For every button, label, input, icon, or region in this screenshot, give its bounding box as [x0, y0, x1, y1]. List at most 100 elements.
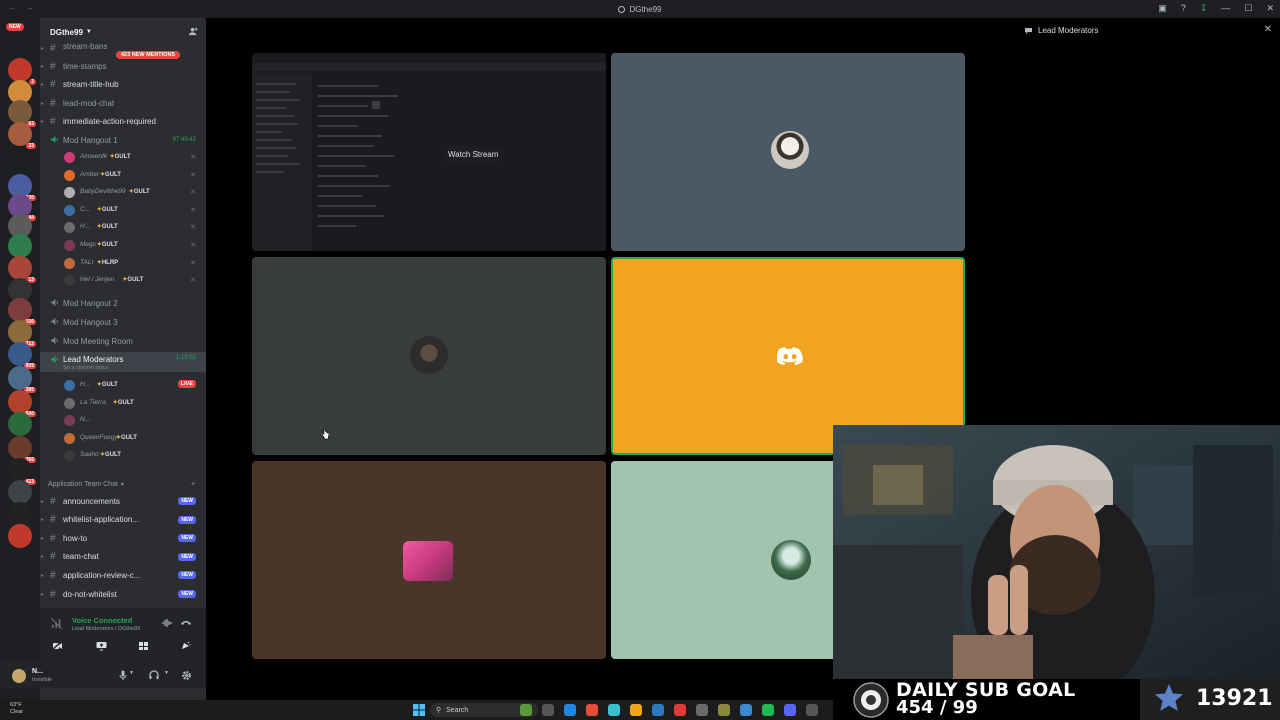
- taskbar-app-icon[interactable]: [520, 704, 532, 716]
- voice-channel-mod-hangout-1[interactable]: Mod Hangout 1 97:49:42: [40, 132, 206, 148]
- taskbar-app-icon[interactable]: [762, 704, 774, 716]
- minimize-icon[interactable]: —: [1221, 3, 1230, 14]
- chevron-down-icon[interactable]: ▼: [164, 670, 169, 676]
- soundboard-button[interactable]: [168, 638, 204, 654]
- voice-member[interactable]: BabyDevilthe99GULT ✕: [40, 184, 206, 201]
- forward-arrow-icon[interactable]: →: [26, 3, 34, 12]
- caret-icon: ▸: [41, 535, 45, 542]
- server-icon[interactable]: 13: [8, 256, 36, 283]
- server-icon[interactable]: [8, 502, 32, 526]
- taskbar-app-icon[interactable]: [586, 704, 598, 716]
- channel-item[interactable]: ▸ # team-chat NEW: [40, 549, 206, 565]
- taskbar-app-icon[interactable]: [674, 704, 686, 716]
- voice-channel-mod-hangout-2[interactable]: Mod Hangout 2: [40, 295, 206, 311]
- watch-stream-button[interactable]: Watch Stream: [442, 146, 505, 162]
- download-icon[interactable]: ↧: [1200, 3, 1208, 14]
- server-icon[interactable]: 385: [8, 366, 36, 393]
- taskbar-app-icon[interactable]: [806, 704, 818, 716]
- server-icon[interactable]: 356: [8, 436, 36, 463]
- inbox-icon[interactable]: ▣: [1158, 3, 1167, 14]
- help-icon[interactable]: ?: [1181, 3, 1186, 14]
- server-icon[interactable]: 312: [8, 320, 36, 347]
- taskbar-app-icon[interactable]: [740, 704, 752, 716]
- taskbar-app-icon[interactable]: [608, 704, 620, 716]
- server-icon[interactable]: 156: [8, 298, 36, 325]
- server-icon[interactable]: [8, 234, 32, 258]
- server-icon[interactable]: [8, 480, 32, 504]
- chevron-down-icon: ▼: [85, 29, 92, 35]
- add-user-icon[interactable]: [189, 27, 198, 36]
- server-icon[interactable]: [8, 412, 32, 436]
- voice-member[interactable]: H... GULT LIVE: [40, 377, 206, 394]
- server-icon[interactable]: 23: [8, 122, 36, 149]
- caret-icon: ▸: [41, 591, 45, 598]
- close-window-icon[interactable]: ✕: [1266, 3, 1274, 14]
- taskbar-app-icon[interactable]: [630, 704, 642, 716]
- voice-channel-mod-hangout-3[interactable]: Mod Hangout 3: [40, 314, 206, 330]
- disconnect-icon[interactable]: [180, 618, 192, 628]
- server-icon[interactable]: 423: [8, 458, 36, 485]
- voice-member[interactable]: AimeenfkGULT ✕: [40, 149, 206, 166]
- guild-header[interactable]: DGthe99 ▼: [40, 22, 206, 42]
- channel-label: time-stamps: [63, 61, 107, 71]
- category-application-team-chat[interactable]: Application Team Chat ▼ +: [48, 481, 195, 488]
- channel-stream-title-hub[interactable]: ▸ # stream-title-hub: [40, 76, 206, 92]
- channel-status-text[interactable]: Set a channel status: [63, 365, 108, 371]
- new-badge: NEW: [6, 23, 24, 31]
- channel-immediate-action-required[interactable]: ▸ # immediate-action-required: [40, 113, 206, 129]
- server-icon[interactable]: 63: [8, 100, 36, 127]
- server-icon[interactable]: [8, 524, 32, 548]
- username[interactable]: N...: [32, 668, 43, 675]
- voice-channel-mod-meeting-room[interactable]: Mod Meeting Room: [40, 333, 206, 349]
- voice-member[interactable]: Hel / Jenjen GULT ✕: [40, 272, 206, 289]
- voice-member[interactable]: N...: [40, 412, 206, 429]
- taskbar-app-icon[interactable]: [542, 704, 554, 716]
- participant-tile[interactable]: [252, 461, 606, 659]
- activities-button[interactable]: [126, 638, 162, 654]
- voice-member[interactable]: SaahoGULT: [40, 447, 206, 464]
- camera-button[interactable]: [40, 638, 76, 654]
- voice-member[interactable]: C... GULT ✕: [40, 202, 206, 219]
- channel-time-stamps[interactable]: ▸ # time-stamps: [40, 58, 206, 74]
- server-icon[interactable]: 500: [8, 390, 36, 417]
- back-arrow-icon[interactable]: ←: [8, 3, 16, 12]
- voice-channel-lead-moderators[interactable]: Lead Moderators 1:19:55 Set a channel st…: [40, 352, 206, 372]
- taskbar-app-icon[interactable]: [718, 704, 730, 716]
- server-icon[interactable]: 2: [8, 58, 36, 85]
- voice-member[interactable]: AmberGULT ✕: [40, 167, 206, 184]
- taskbar-app-icon[interactable]: [784, 704, 796, 716]
- participant-tile[interactable]: [611, 53, 965, 251]
- server-list: NEW HO 263231204413156312809385500356423: [0, 18, 40, 700]
- voice-member[interactable]: H... GULT ✕: [40, 219, 206, 236]
- noise-suppression-icon[interactable]: [162, 618, 172, 628]
- add-channel-icon[interactable]: +: [191, 481, 195, 488]
- channel-lead-mod-chat[interactable]: ▸ # lead-mod-chat: [40, 95, 206, 111]
- microphone-icon[interactable]: [118, 670, 128, 680]
- headphones-icon[interactable]: [149, 670, 159, 680]
- channel-item[interactable]: ▸ # how-to NEW: [40, 530, 206, 546]
- channel-item[interactable]: ▸ # whitelist-application... NEW: [40, 512, 206, 528]
- signal-icon[interactable]: [51, 618, 62, 629]
- maximize-icon[interactable]: ☐: [1244, 3, 1252, 14]
- voice-connected-label[interactable]: Voice Connected: [72, 616, 132, 625]
- channel-item[interactable]: ▸ # application-review-c... NEW: [40, 567, 206, 583]
- close-icon[interactable]: ✕: [1264, 24, 1272, 35]
- taskbar-app-icon[interactable]: [652, 704, 664, 716]
- weather-widget[interactable]: 63°F Clear: [10, 702, 23, 716]
- voice-member[interactable]: MegsGULT ✕: [40, 237, 206, 254]
- stream-tile[interactable]: Watch Stream: [252, 53, 606, 251]
- participant-tile[interactable]: [252, 257, 606, 455]
- windows-start-icon[interactable]: [413, 704, 425, 716]
- voice-member[interactable]: QueenFuegyGULT: [40, 430, 206, 447]
- channel-item[interactable]: ▸ # do-not-whitelist NEW: [40, 586, 206, 602]
- voice-member[interactable]: TALIHLRP ✕: [40, 255, 206, 272]
- taskbar-app-icon[interactable]: [564, 704, 576, 716]
- avatar[interactable]: [12, 669, 26, 683]
- taskbar-app-icon[interactable]: [696, 704, 708, 716]
- screen-share-button[interactable]: [84, 638, 120, 654]
- voice-member[interactable]: La Tierra GULT: [40, 395, 206, 412]
- server-icon[interactable]: 809: [8, 342, 36, 369]
- channel-item[interactable]: ▸ # announcements NEW: [40, 493, 206, 509]
- gear-icon[interactable]: [181, 670, 192, 681]
- chevron-down-icon[interactable]: ▼: [129, 670, 134, 676]
